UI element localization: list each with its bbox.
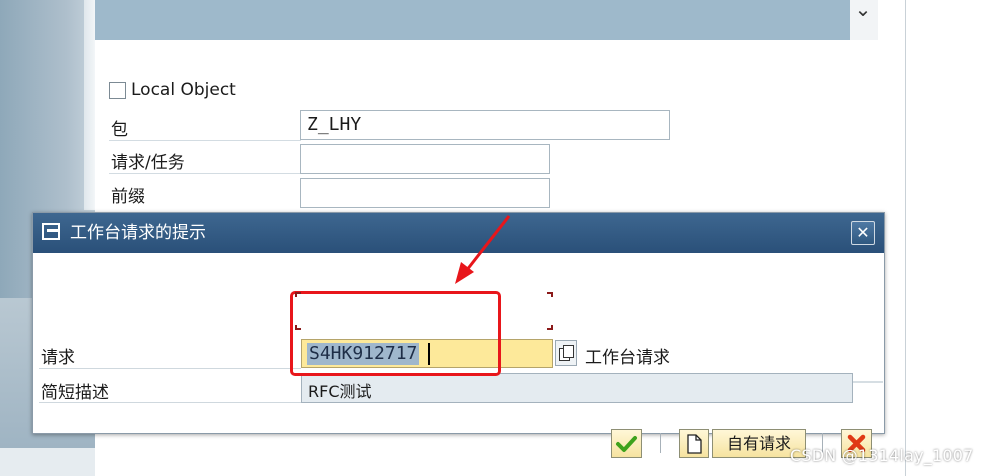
chevron-down-icon[interactable]: ⌄: [851, 0, 875, 22]
local-object-label: Local Object: [131, 80, 236, 100]
search-help-icon[interactable]: [555, 340, 577, 366]
background-left-panel-bottom: [0, 448, 95, 476]
package-input[interactable]: Z_LHY: [300, 110, 670, 140]
package-label: 包: [111, 120, 128, 140]
toolbar-separator: [660, 433, 661, 453]
row-divider: [109, 140, 301, 141]
request-task-input[interactable]: [300, 144, 550, 174]
short-description-field: RFC测试: [301, 373, 853, 403]
checkmark-icon: [616, 436, 637, 452]
background-vertical-line: [905, 0, 906, 476]
request-task-label: 请求/任务: [111, 153, 185, 173]
prefix-input[interactable]: [300, 178, 550, 208]
row-divider: [39, 368, 301, 369]
background-header: [95, 0, 850, 40]
row-divider: [109, 173, 301, 174]
dialog-window-icon: [42, 223, 60, 240]
request-label: 请求: [41, 348, 75, 368]
dialog-title-bar: 工作台请求的提示 ✕: [33, 213, 884, 253]
confirm-button[interactable]: [611, 429, 642, 458]
request-type-text: 工作台请求: [585, 348, 670, 368]
new-document-icon: [687, 434, 702, 454]
row-divider: [39, 402, 301, 403]
new-request-button[interactable]: [679, 429, 709, 458]
dialog-title: 工作台请求的提示: [70, 223, 206, 243]
local-object-checkbox[interactable]: [109, 82, 126, 99]
highlight-box: [290, 291, 501, 376]
prefix-label: 前缀: [111, 187, 145, 207]
watermark-text: CSDN @1314lay_1007: [790, 446, 974, 465]
short-description-label: 简短描述: [41, 383, 109, 403]
close-icon[interactable]: ✕: [851, 221, 875, 245]
background-divider: [84, 0, 95, 210]
